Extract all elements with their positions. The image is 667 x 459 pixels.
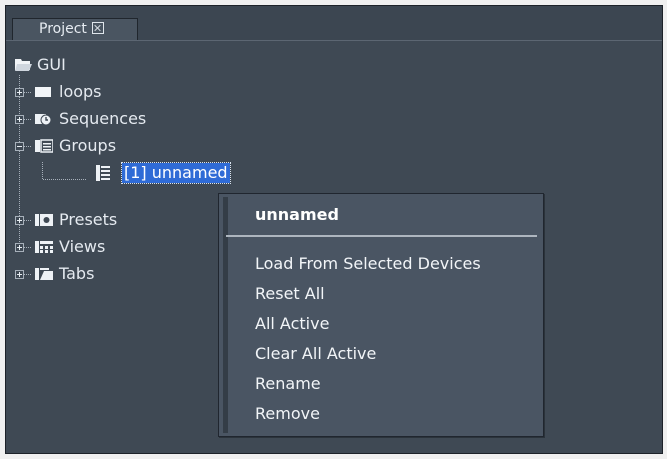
tree-guide-line [24,119,32,120]
expand-icon[interactable] [15,270,24,279]
tabs-icon [35,267,53,281]
menu-item-clear-all-active[interactable]: Clear All Active [255,343,376,365]
tree-guide-line [24,92,32,93]
menu-item-all-active[interactable]: All Active [255,313,329,335]
tree-item-label: Sequences [59,109,147,128]
preset-icon [35,213,53,227]
tab-project[interactable]: Project [12,18,138,40]
tree-item-label: Views [59,237,106,256]
folder-icon [35,86,51,98]
tree-guide-line [19,75,20,253]
tree-item-label: Groups [59,136,117,155]
menu-item-rename[interactable]: Rename [255,373,321,395]
tree-guide-line [24,274,32,275]
tree-item-label: Presets [59,210,118,229]
collapse-icon[interactable] [15,142,24,151]
group-item-icon [96,165,110,181]
menu-item-remove[interactable]: Remove [255,403,320,425]
expand-icon[interactable] [15,115,24,124]
close-icon[interactable] [91,22,104,34]
expand-icon[interactable] [15,88,24,97]
views-icon [35,240,53,254]
context-menu-title: unnamed [255,205,339,224]
menu-item-reset-all[interactable]: Reset All [255,283,325,305]
panel-tab-strip: Project [6,6,662,41]
sequence-icon [35,112,51,126]
open-folder-icon [14,58,32,72]
selected-group-label[interactable]: [1] unnamed [121,162,231,184]
tree-guide-line [43,179,87,180]
tree-item-label: loops [59,82,102,101]
tree-guide-line [24,220,32,221]
tree-root-label: GUI [37,55,66,74]
context-menu: unnamed Load From Selected Devices Reset… [218,193,544,437]
menu-separator [226,235,537,237]
expand-icon[interactable] [15,243,24,252]
tree-guide-line [42,162,43,180]
menu-left-trim [223,197,228,433]
group-icon [35,139,53,153]
expand-icon[interactable] [15,216,24,225]
menu-item-load-from-selected-devices[interactable]: Load From Selected Devices [255,253,481,275]
tree-guide-line [24,146,32,147]
tab-project-label: Project [39,21,87,37]
tree-item-label: Tabs [59,264,95,283]
tree-guide-line [24,247,32,248]
